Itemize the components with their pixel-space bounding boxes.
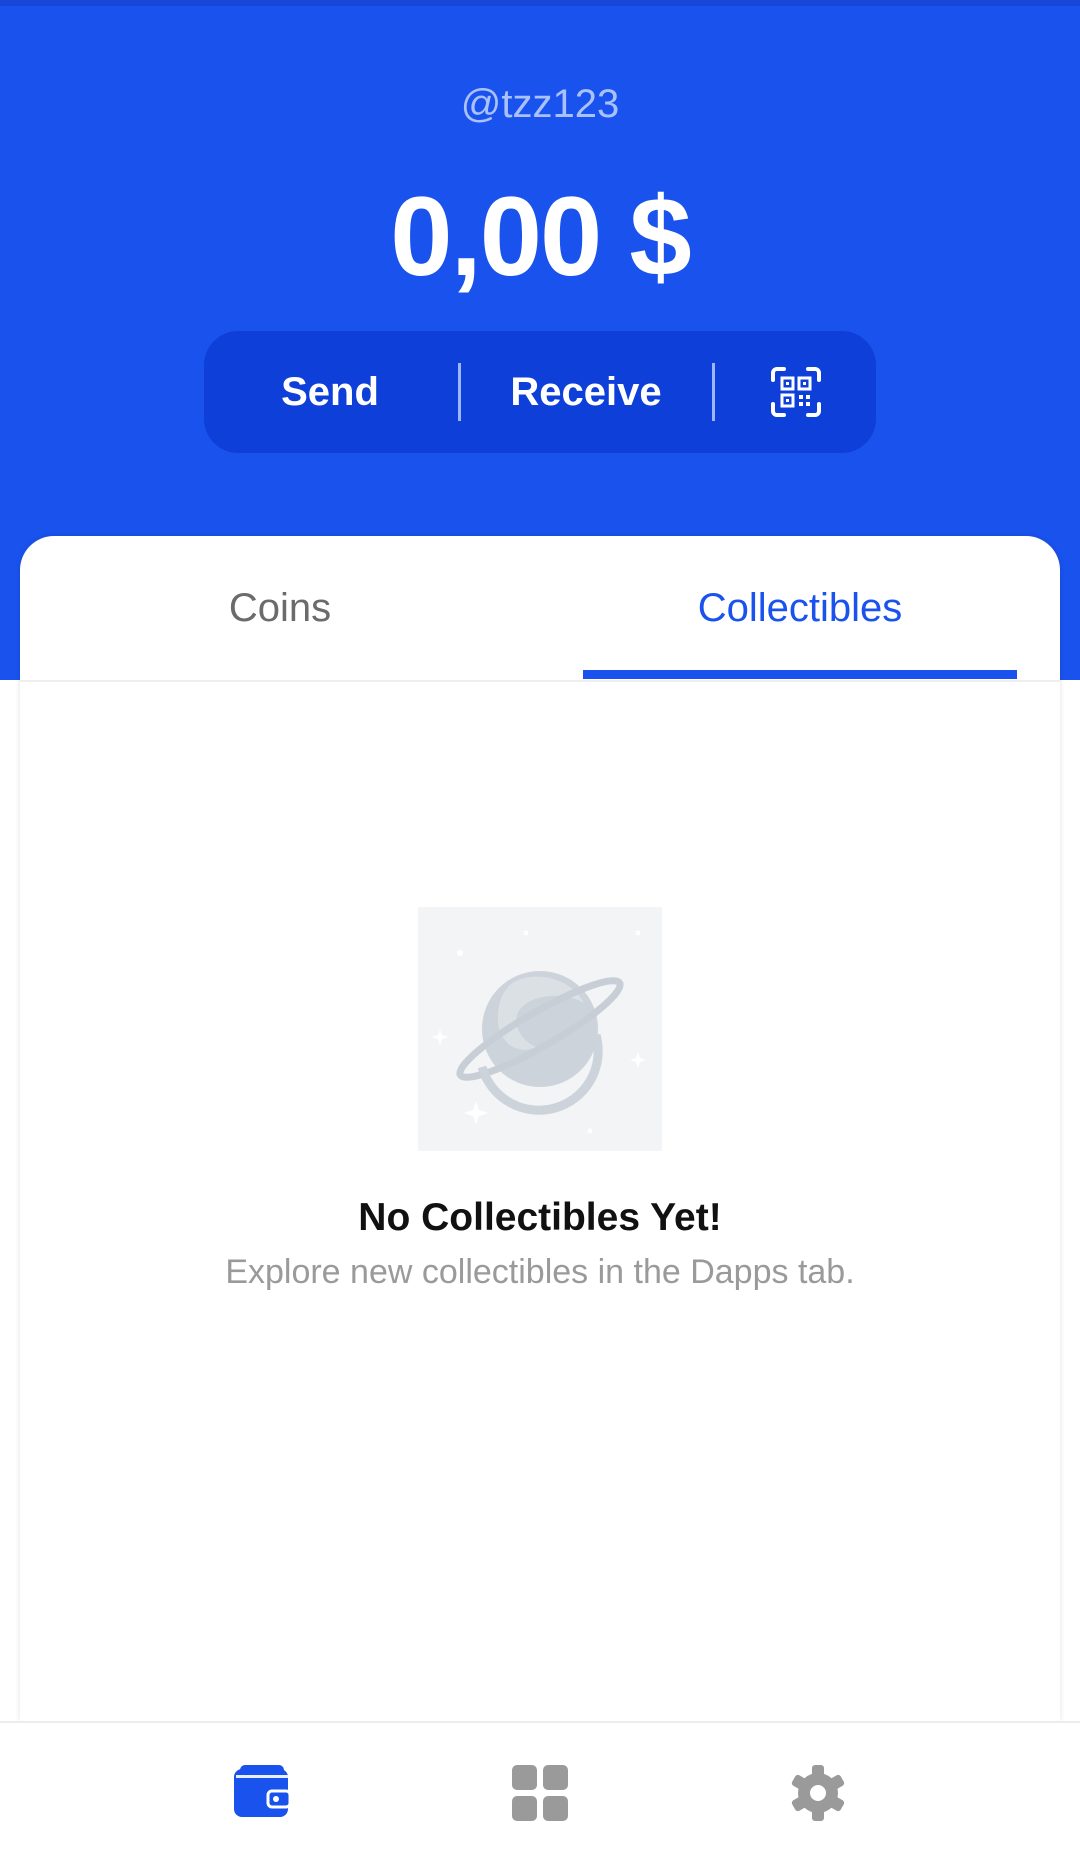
planet-illustration — [418, 907, 662, 1151]
action-buttons-bar: Send Receive — [204, 331, 876, 453]
asset-tabs: Coins Collectibles — [20, 536, 1060, 682]
wallet-icon[interactable] — [232, 1763, 292, 1823]
settings-gear-icon[interactable] — [788, 1763, 848, 1823]
qr-code-icon — [771, 367, 821, 417]
content-card: Coins Collectibles No Collectibles Yet! … — [20, 536, 1060, 1721]
qr-scan-button[interactable] — [716, 331, 876, 453]
username-label: @tzz123 — [460, 82, 620, 126]
empty-state-subtitle: Explore new collectibles in the Dapps ta… — [225, 1253, 855, 1291]
balance-amount: 0,00 $ — [390, 174, 691, 299]
action-divider — [712, 363, 715, 421]
empty-state-title: No Collectibles Yet! — [358, 1196, 722, 1239]
send-button[interactable]: Send — [204, 331, 456, 453]
bottom-navigation — [0, 1721, 1080, 1867]
receive-button[interactable]: Receive — [460, 331, 712, 453]
active-tab-indicator — [583, 670, 1017, 679]
tab-coins[interactable]: Coins — [20, 536, 540, 680]
dapps-grid-icon[interactable] — [510, 1763, 570, 1823]
status-bar-strip — [0, 0, 1080, 6]
tab-collectibles[interactable]: Collectibles — [540, 536, 1060, 680]
